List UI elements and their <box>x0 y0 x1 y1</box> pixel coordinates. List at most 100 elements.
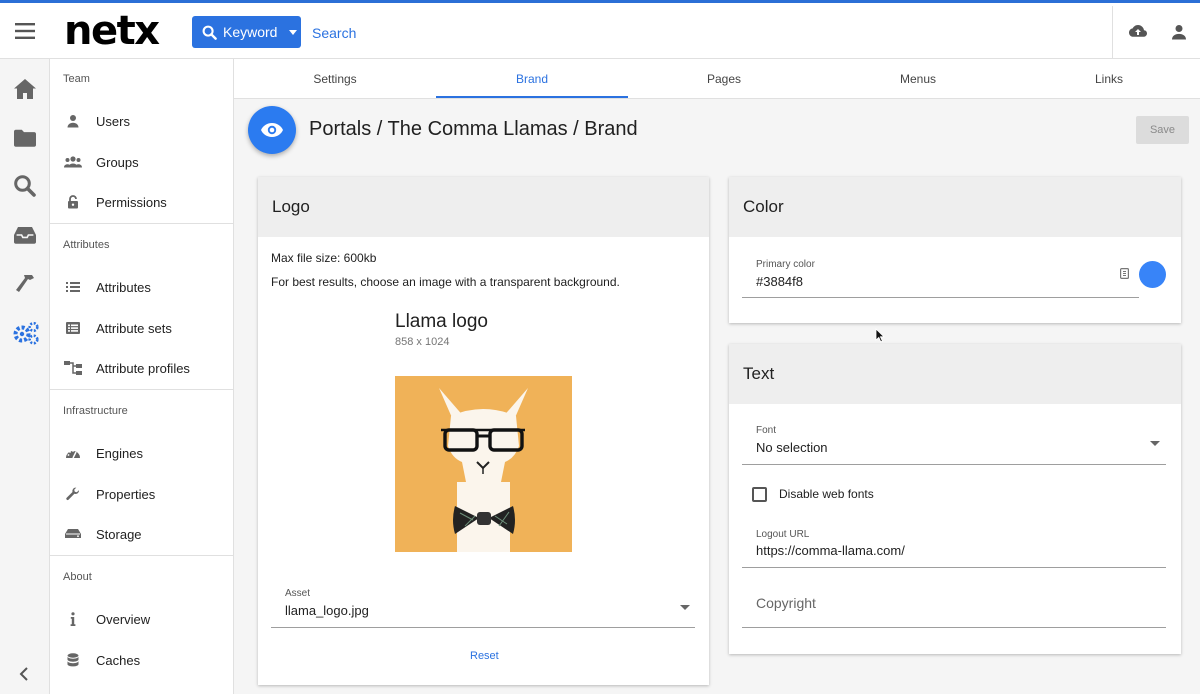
sidebar-item-users[interactable]: Users <box>50 101 233 141</box>
sidebar-item-caches[interactable]: Caches <box>50 640 233 680</box>
sidebar-section-attributes: Attributes <box>63 239 110 251</box>
sidebar-item-label: Attribute profiles <box>96 360 190 376</box>
reset-button[interactable]: Reset <box>470 650 499 662</box>
search-icon[interactable] <box>12 173 38 199</box>
sidebar-item-storage[interactable]: Storage <box>50 514 233 554</box>
sidebar-item-attribute-sets[interactable]: Attribute sets <box>50 308 233 348</box>
text-card: Text Font No selection Disable web fonts… <box>729 344 1181 654</box>
sidebar-divider <box>50 555 233 556</box>
tab-links[interactable]: Links <box>1014 59 1200 99</box>
lock-open-icon <box>50 195 96 209</box>
folder-icon[interactable] <box>12 125 38 151</box>
sidebar: Team Users Groups Permissions Attributes… <box>50 59 234 694</box>
tab-settings[interactable]: Settings <box>240 59 430 99</box>
netx-logo[interactable]: netx <box>64 9 160 53</box>
wrench-icon <box>50 487 96 501</box>
copyright-underline <box>742 627 1166 628</box>
keyword-label: Keyword <box>223 24 278 40</box>
color-card: Color Primary color #3884f8 <box>729 177 1181 323</box>
hard-drive-icon <box>50 529 96 539</box>
sidebar-item-groups[interactable]: Groups <box>50 142 233 182</box>
mouse-cursor-icon <box>875 328 885 343</box>
breadcrumb: Portals / The Comma Llamas / Brand <box>309 118 638 140</box>
llama-logo-image <box>395 358 572 569</box>
tab-menus[interactable]: Menus <box>822 59 1014 99</box>
transparent-hint-text: For best results, choose an image with a… <box>271 275 620 289</box>
sidebar-item-label: Storage <box>96 526 142 542</box>
chevron-down-icon <box>289 29 298 35</box>
logout-url-label: Logout URL <box>756 529 810 540</box>
sidebar-item-overview[interactable]: Overview <box>50 599 233 639</box>
copyright-input[interactable]: Copyright <box>756 595 816 611</box>
sidebar-section-team: Team <box>63 73 90 85</box>
info-icon <box>50 612 96 626</box>
sidebar-item-label: Attributes <box>96 279 151 295</box>
save-button[interactable]: Save <box>1136 116 1189 144</box>
tab-brand[interactable]: Brand <box>436 59 628 99</box>
eye-icon <box>260 122 284 138</box>
search-icon <box>202 25 217 40</box>
sidebar-item-permissions[interactable]: Permissions <box>50 182 233 222</box>
asset-label: Asset <box>285 588 311 599</box>
sidebar-item-properties[interactable]: Properties <box>50 474 233 514</box>
disable-web-fonts-label: Disable web fonts <box>779 487 874 501</box>
sidebar-item-engines[interactable]: Engines <box>50 433 233 473</box>
sidebar-section-about: About <box>63 571 92 583</box>
clipboard-icon[interactable] <box>1120 268 1129 279</box>
sidebar-section-infrastructure: Infrastructure <box>63 405 128 417</box>
logo-card-title: Logo <box>258 177 709 237</box>
primary-color-input[interactable]: #3884f8 <box>756 274 803 289</box>
tab-pages[interactable]: Pages <box>628 59 820 99</box>
person-icon <box>50 114 96 128</box>
color-card-title: Color <box>729 177 1181 237</box>
cloud-upload-icon[interactable] <box>1128 24 1148 40</box>
max-file-size-text: Max file size: 600kb <box>271 251 377 265</box>
settings-gears-icon[interactable] <box>12 320 39 346</box>
chevron-down-icon[interactable] <box>1150 441 1160 446</box>
group-icon <box>50 156 96 168</box>
collapse-chevron-left-icon[interactable] <box>18 667 30 681</box>
sidebar-item-label: Caches <box>96 652 141 668</box>
text-card-title: Text <box>729 344 1181 404</box>
account-icon[interactable] <box>1171 24 1187 40</box>
logout-url-underline <box>742 567 1166 568</box>
inbox-icon[interactable] <box>12 222 38 248</box>
hierarchy-icon <box>50 361 96 375</box>
sidebar-item-label: Permissions <box>96 194 167 210</box>
sidebar-item-label: Engines <box>96 445 143 461</box>
asset-title: Llama logo <box>395 311 488 332</box>
search-input[interactable] <box>312 23 612 43</box>
toolbar-divider <box>1112 6 1113 61</box>
chevron-down-icon[interactable] <box>680 605 690 610</box>
font-label: Font <box>756 425 777 436</box>
sidebar-divider <box>50 389 233 390</box>
table-list-icon <box>50 322 96 334</box>
logout-url-input[interactable]: https://comma-llama.com/ <box>756 543 905 558</box>
sidebar-item-attribute-profiles[interactable]: Attribute profiles <box>50 348 233 388</box>
font-field-underline <box>742 464 1166 465</box>
keyword-dropdown-button[interactable]: Keyword <box>192 16 301 48</box>
preview-button[interactable] <box>248 106 296 154</box>
asset-select[interactable]: llama_logo.jpg <box>285 603 369 618</box>
sidebar-item-attributes[interactable]: Attributes <box>50 267 233 307</box>
sidebar-item-label: Groups <box>96 154 139 170</box>
disable-web-fonts-checkbox[interactable] <box>752 487 767 502</box>
tab-bar: Settings Brand Pages Menus Links <box>234 59 1200 99</box>
primary-color-label: Primary color <box>756 259 815 270</box>
asset-field-underline <box>271 627 695 628</box>
primary-color-underline <box>742 297 1139 298</box>
sidebar-divider <box>50 223 233 224</box>
sidebar-item-label: Users <box>96 113 130 129</box>
list-icon <box>50 281 96 293</box>
hammer-icon[interactable] <box>12 271 38 297</box>
home-icon[interactable] <box>12 76 38 102</box>
asset-dimensions: 858 x 1024 <box>395 336 450 348</box>
database-icon <box>50 653 96 667</box>
font-select[interactable]: No selection <box>756 440 828 455</box>
logo-card: Logo Max file size: 600kb For best resul… <box>258 177 709 685</box>
gauge-icon <box>50 447 96 459</box>
sidebar-item-label: Attribute sets <box>96 320 172 336</box>
primary-color-swatch[interactable] <box>1139 261 1166 288</box>
icon-rail <box>0 59 50 694</box>
hamburger-menu-icon[interactable] <box>14 22 36 40</box>
